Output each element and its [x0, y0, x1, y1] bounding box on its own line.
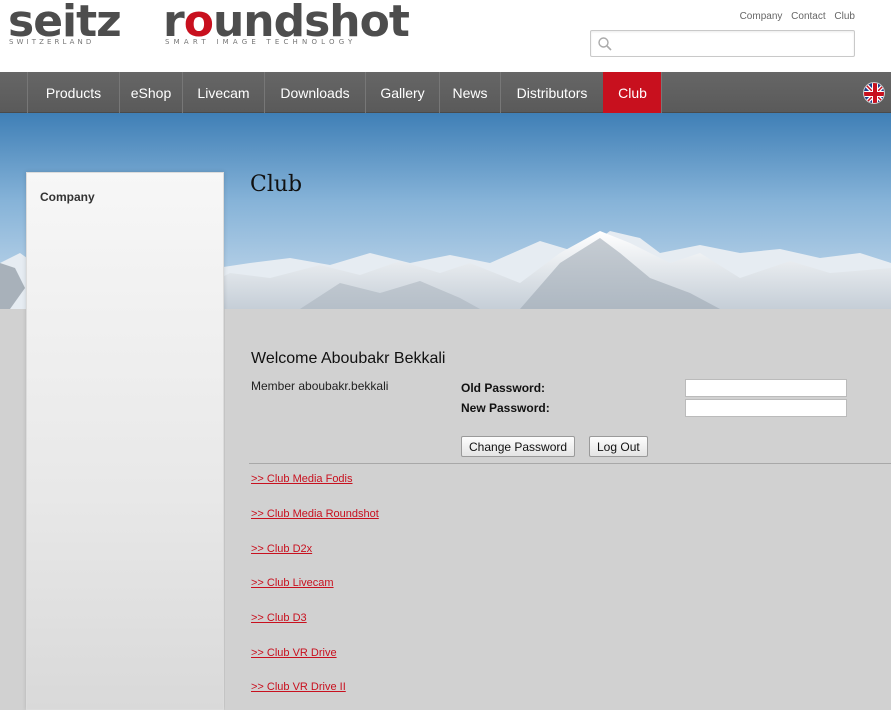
- club-content: Welcome Aboubakr Bekkali Member aboubakr…: [225, 309, 891, 710]
- new-password-label: New Password:: [461, 401, 550, 415]
- page: seitz SWITZERLAND roundshot SMART IMAGE …: [0, 0, 891, 710]
- nav-item-eshop[interactable]: eShop: [119, 72, 182, 113]
- nav-item-club[interactable]: Club: [603, 72, 661, 113]
- search-icon: [598, 37, 612, 51]
- roundshot-logo[interactable]: roundshot SMART IMAGE TECHNOLOGY: [163, 0, 410, 50]
- club-link-vr-drive-ii[interactable]: >> Club VR Drive II: [251, 681, 346, 693]
- top-links: Company Contact Club: [734, 11, 855, 22]
- old-password-label: Old Password:: [461, 381, 546, 395]
- search-box: [590, 30, 855, 57]
- search-input[interactable]: [615, 34, 845, 53]
- club-link-vr-drive[interactable]: >> Club VR Drive: [251, 647, 337, 659]
- nav-item-gallery[interactable]: Gallery: [365, 72, 439, 113]
- change-password-button[interactable]: Change Password: [461, 436, 576, 457]
- seitz-logo-tagline: SWITZERLAND: [9, 38, 95, 46]
- main-nav: Products eShop Livecam Downloads Gallery…: [0, 72, 891, 113]
- club-link-livecam[interactable]: >> Club Livecam: [251, 577, 334, 589]
- nav-divider: [661, 72, 662, 113]
- divider: [249, 463, 891, 464]
- club-link-d2x[interactable]: >> Club D2x: [251, 543, 312, 555]
- sidebar-item-company[interactable]: Company: [40, 190, 95, 204]
- uk-flag-icon[interactable]: [863, 82, 885, 104]
- new-password-field[interactable]: [685, 399, 847, 417]
- member-name: Member aboubakr.bekkali: [251, 379, 389, 393]
- sidebar: Company: [26, 172, 224, 710]
- top-link-company[interactable]: Company: [740, 11, 783, 22]
- roundshot-logo-tagline: SMART IMAGE TECHNOLOGY: [165, 38, 357, 46]
- seitz-logo[interactable]: seitz SWITZERLAND: [8, 0, 128, 50]
- nav-item-distributors[interactable]: Distributors: [500, 72, 603, 113]
- nav-item-livecam[interactable]: Livecam: [182, 72, 264, 113]
- nav-item-products[interactable]: Products: [27, 72, 119, 113]
- nav-item-news[interactable]: News: [439, 72, 500, 113]
- old-password-field[interactable]: [685, 379, 847, 397]
- nav-item-downloads[interactable]: Downloads: [264, 72, 365, 113]
- club-link-media-fodis[interactable]: >> Club Media Fodis: [251, 473, 353, 485]
- header: seitz SWITZERLAND roundshot SMART IMAGE …: [0, 0, 891, 72]
- club-link-d3[interactable]: >> Club D3: [251, 612, 307, 624]
- logout-button[interactable]: Log Out: [589, 436, 648, 457]
- top-link-contact[interactable]: Contact: [791, 11, 825, 22]
- top-link-club[interactable]: Club: [834, 11, 855, 22]
- club-link-media-roundshot[interactable]: >> Club Media Roundshot: [251, 508, 379, 520]
- page-title: Club: [250, 172, 303, 197]
- welcome-heading: Welcome Aboubakr Bekkali: [251, 350, 446, 367]
